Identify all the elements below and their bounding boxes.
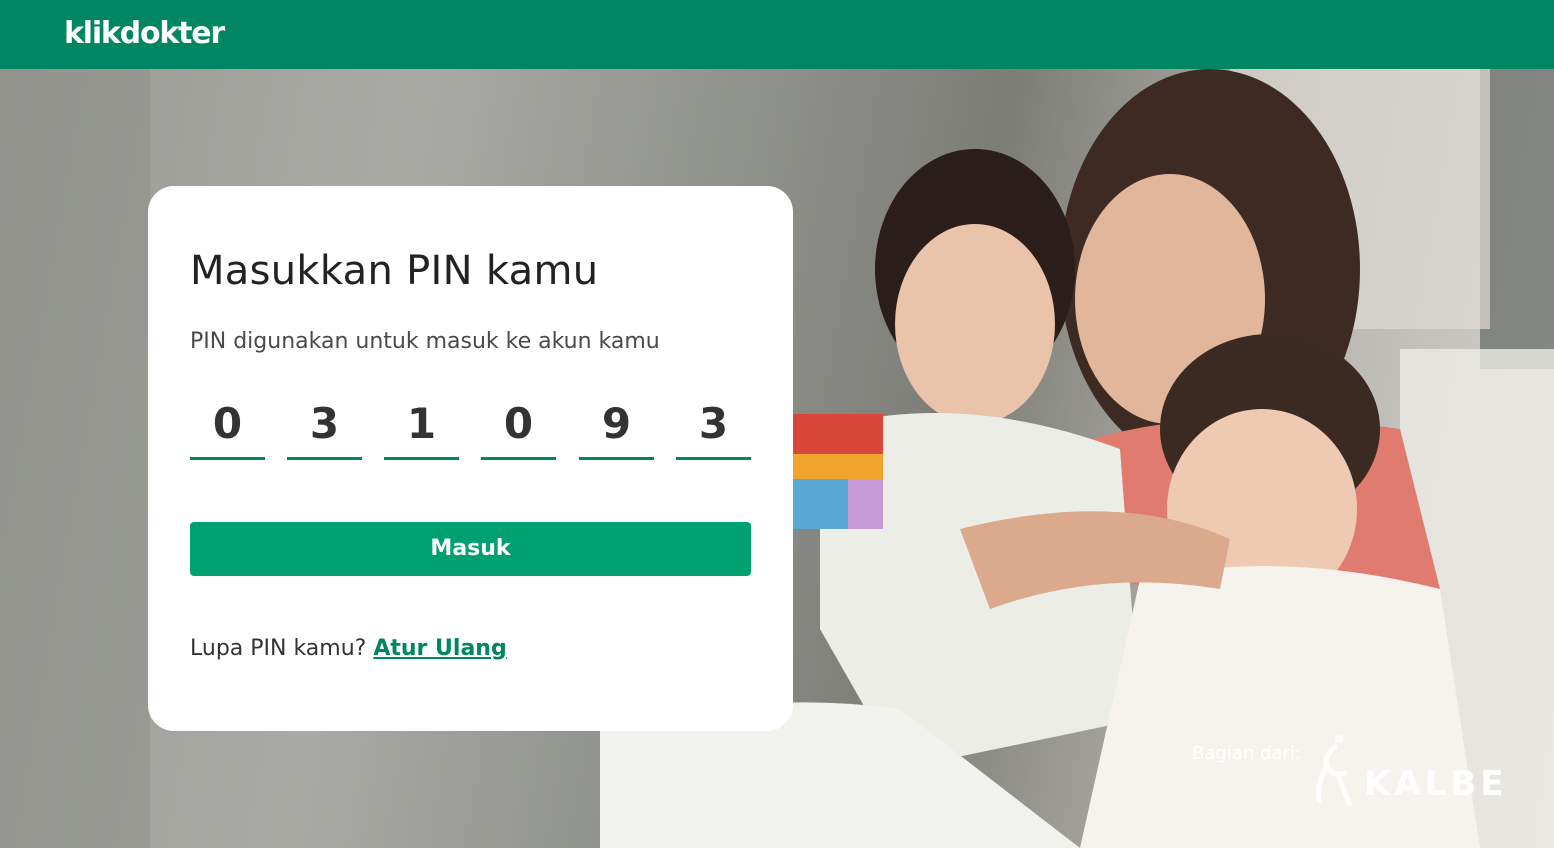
page-title: Masukkan PIN kamu xyxy=(190,248,599,294)
reset-pin-link[interactable]: Atur Ulang xyxy=(373,636,506,661)
pin-digit-4[interactable]: 0 xyxy=(481,394,556,460)
masuk-button[interactable]: Masuk xyxy=(190,522,751,576)
page-subtitle: PIN digunakan untuk masuk ke akun kamu xyxy=(190,329,660,354)
pin-digit-1[interactable]: 0 xyxy=(190,394,265,460)
pin-card: Masukkan PIN kamu PIN digunakan untuk ma… xyxy=(148,186,793,731)
kalbe-logo-icon xyxy=(1316,735,1352,806)
kalbe-wordmark: KALBE xyxy=(1364,764,1508,804)
forgot-pin-text: Lupa PIN kamu? xyxy=(190,636,367,661)
pin-input-group: 0 3 1 0 9 3 xyxy=(190,394,751,460)
pin-digit-2[interactable]: 3 xyxy=(287,394,362,460)
pin-digit-3[interactable]: 1 xyxy=(384,394,459,460)
top-bar: klikdokter xyxy=(0,0,1554,69)
pin-digit-5[interactable]: 9 xyxy=(579,394,654,460)
pin-digit-6[interactable]: 3 xyxy=(676,394,751,460)
klikdokter-logo[interactable]: klikdokter xyxy=(64,16,225,52)
partner-label: Bagian dari: xyxy=(1192,743,1301,764)
forgot-pin-line: Lupa PIN kamu? Atur Ulang xyxy=(190,636,507,661)
